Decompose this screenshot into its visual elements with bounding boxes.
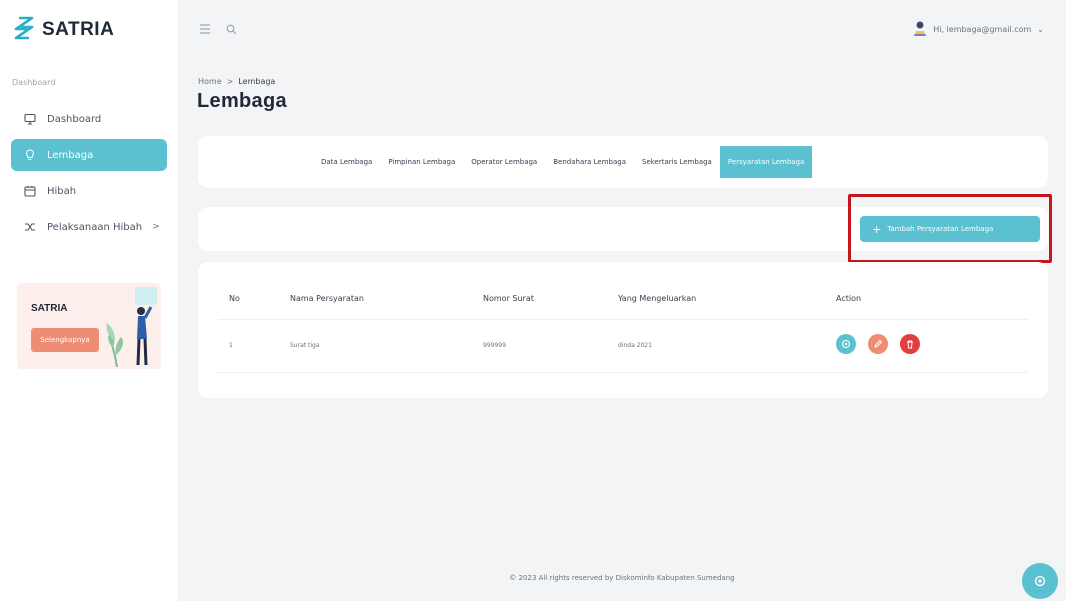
bulb-icon xyxy=(23,148,37,162)
breadcrumb-separator: > xyxy=(226,77,234,86)
tab-data-lembaga[interactable]: Data Lembaga xyxy=(313,146,380,178)
tabs-card: Data Lembaga Pimpinan Lembaga Operator L… xyxy=(198,136,1048,188)
trash-icon xyxy=(907,340,913,349)
promo-illustration xyxy=(106,287,157,368)
delete-button[interactable] xyxy=(900,334,920,354)
column-header-no: No xyxy=(229,294,240,303)
eye-icon xyxy=(841,339,851,349)
page-title: Lembaga xyxy=(197,90,287,112)
persyaratan-table: No Nama Persyaratan Nomor Surat Yang Men… xyxy=(198,262,1048,398)
topbar: Hi, lembaga@gmail.com ⌄ xyxy=(178,0,1066,60)
footer: © 2023 All rights reserved by Diskominfo… xyxy=(509,574,735,582)
sidebar-item-lembaga[interactable]: Lembaga xyxy=(11,139,167,171)
chevron-down-icon: ⌄ xyxy=(1037,24,1044,34)
calendar-icon xyxy=(23,184,37,198)
sidebar-section-label: Dashboard xyxy=(12,78,56,87)
promo-button[interactable]: Selengkapnya xyxy=(31,328,99,352)
tab-pimpinan-lembaga[interactable]: Pimpinan Lembaga xyxy=(380,146,463,178)
sidebar-item-label: Lembaga xyxy=(47,149,94,161)
logo-icon xyxy=(12,16,36,44)
tab-persyaratan-lembaga[interactable]: Persyaratan Lembaga xyxy=(719,146,813,178)
cell-nama: Surat tiga xyxy=(290,342,320,349)
highlight-box xyxy=(848,194,1052,263)
search-icon[interactable] xyxy=(224,22,238,36)
sidebar-item-pelaksanaan-hibah[interactable]: Pelaksanaan Hibah > xyxy=(11,211,167,243)
tab-bendahara-lembaga[interactable]: Bendahara Lembaga xyxy=(545,146,634,178)
monitor-icon xyxy=(23,112,37,126)
user-menu[interactable]: Hi, lembaga@gmail.com ⌄ xyxy=(913,20,1044,38)
gear-icon xyxy=(1034,575,1046,587)
cell-issuer: dinda 2021 xyxy=(618,342,652,349)
menu-icon[interactable] xyxy=(198,22,212,36)
edit-button[interactable] xyxy=(868,334,888,354)
breadcrumb-current: Lembaga xyxy=(238,77,276,86)
column-header-issuer: Yang Mengeluarkan xyxy=(618,294,697,303)
edit-icon xyxy=(874,339,883,348)
view-button[interactable] xyxy=(836,334,856,354)
tab-bar: Data Lembaga Pimpinan Lembaga Operator L… xyxy=(313,146,813,178)
promo-card: SATRIA Selengkapnya xyxy=(17,283,161,369)
sidebar-item-label: Pelaksanaan Hibah xyxy=(47,221,143,233)
tab-operator-lembaga[interactable]: Operator Lembaga xyxy=(463,146,545,178)
breadcrumb-home[interactable]: Home xyxy=(198,77,222,86)
header-divider xyxy=(218,319,1028,320)
promo-title: SATRIA xyxy=(31,303,68,314)
column-header-nama: Nama Persyaratan xyxy=(290,294,364,303)
cell-no: 1 xyxy=(229,342,233,349)
cell-nomor: 999999 xyxy=(483,342,506,349)
brand-name: SATRIA xyxy=(42,19,115,40)
sidebar-item-dashboard[interactable]: Dashboard xyxy=(11,103,167,135)
avatar xyxy=(913,20,927,38)
breadcrumb: Home > Lembaga xyxy=(198,77,275,86)
sidebar-item-hibah[interactable]: Hibah xyxy=(11,175,167,207)
column-header-nomor: Nomor Surat xyxy=(483,294,534,303)
row-divider xyxy=(218,372,1028,373)
shuffle-icon xyxy=(23,220,37,234)
settings-fab[interactable] xyxy=(1022,563,1058,599)
sidebar-item-label: Hibah xyxy=(47,185,77,197)
sidebar: SATRIA Dashboard Dashboard Lembaga Hibah… xyxy=(0,0,178,601)
brand[interactable]: SATRIA xyxy=(12,16,114,44)
column-header-action: Action xyxy=(836,294,862,303)
tab-sekertaris-lembaga[interactable]: Sekertaris Lembaga xyxy=(634,146,720,178)
sidebar-item-label: Dashboard xyxy=(47,113,102,125)
user-email: Hi, lembaga@gmail.com xyxy=(933,24,1032,34)
chevron-right-icon: > xyxy=(152,222,160,232)
